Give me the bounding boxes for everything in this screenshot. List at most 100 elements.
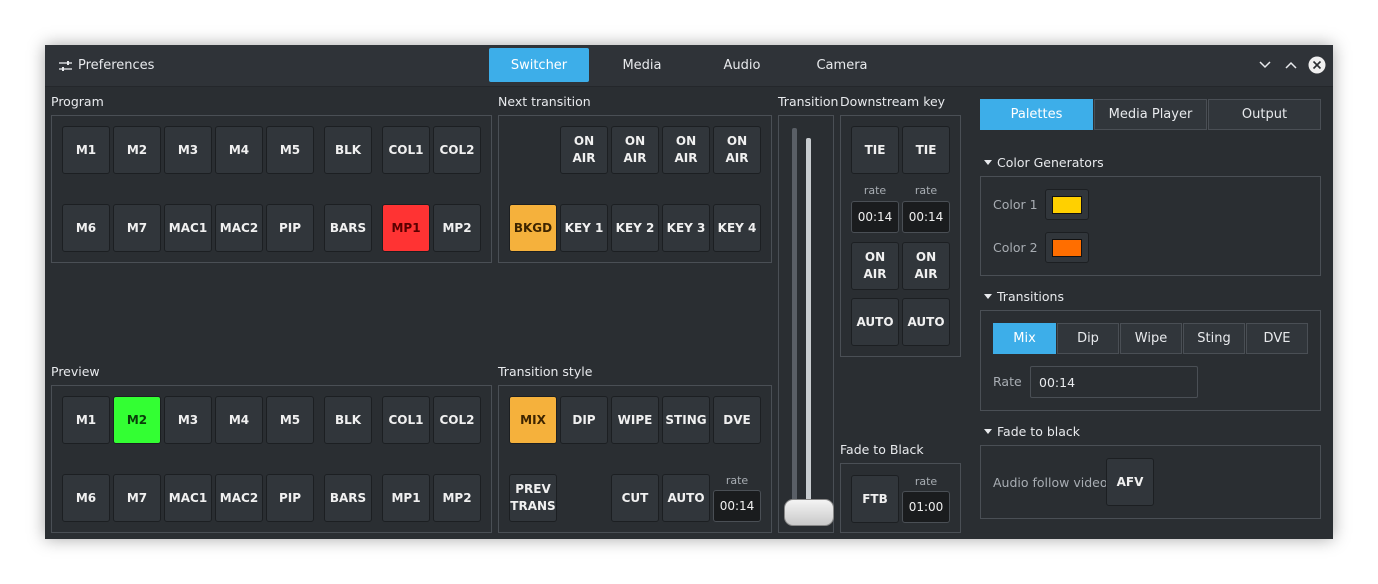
audio-follow-video-label: Audio follow video [993, 475, 1108, 490]
key2-button[interactable]: KEY 2 [611, 204, 659, 252]
color-generators-header[interactable]: Color Generators [984, 155, 1104, 170]
transition-mix-tab[interactable]: Mix [993, 323, 1056, 354]
fade-to-black-panel: FTB rate 01:00 [840, 463, 961, 533]
program-m4-button[interactable]: M4 [215, 126, 263, 174]
dsk2-tie-button[interactable]: TIE [902, 126, 950, 174]
preview-pip-button[interactable]: PIP [266, 474, 314, 522]
program-mac2-button[interactable]: MAC2 [215, 204, 263, 252]
key2-onair-button[interactable]: ON AIR [611, 126, 659, 174]
transition-rate-field[interactable]: 00:14 [713, 490, 761, 522]
afv-button[interactable]: AFV [1106, 458, 1154, 506]
program-col2-button[interactable]: COL2 [433, 126, 481, 174]
key1-onair-button[interactable]: ON AIR [560, 126, 608, 174]
key4-button[interactable]: KEY 4 [713, 204, 761, 252]
style-sting-button[interactable]: STING [662, 396, 710, 444]
key4-onair-button[interactable]: ON AIR [713, 126, 761, 174]
program-bars-button[interactable]: BARS [324, 204, 372, 252]
preview-m6-button[interactable]: M6 [62, 474, 110, 522]
maximize-chevron-up-icon[interactable] [1283, 57, 1299, 73]
preview-mp1-button[interactable]: MP1 [382, 474, 430, 522]
key3-button[interactable]: KEY 3 [662, 204, 710, 252]
title-bar: Preferences Switcher Media Audio Camera [45, 45, 1333, 87]
preview-m7-button[interactable]: M7 [113, 474, 161, 522]
program-blk-button[interactable]: BLK [324, 126, 372, 174]
preview-mac1-button[interactable]: MAC1 [164, 474, 212, 522]
preview-bus: M1 M2 M3 M4 M5 BLK COL1 COL2 M6 M7 MAC1 … [51, 385, 492, 533]
tab-output[interactable]: Output [1208, 99, 1321, 130]
preview-col1-button[interactable]: COL1 [382, 396, 430, 444]
transition-bar-panel [778, 115, 834, 533]
style-wipe-button[interactable]: WIPE [611, 396, 659, 444]
dsk1-onair-button[interactable]: ON AIR [851, 242, 899, 290]
dsk2-auto-button[interactable]: AUTO [902, 298, 950, 346]
ftb-button[interactable]: FTB [851, 475, 899, 523]
color2-label: Color 2 [993, 240, 1038, 255]
dsk2-rate-field[interactable]: 00:14 [902, 201, 950, 233]
prev-trans-button[interactable]: PREV TRANS [509, 474, 557, 522]
transitions-header[interactable]: Transitions [984, 289, 1064, 304]
collapse-triangle-icon [984, 294, 992, 299]
preview-m3-button[interactable]: M3 [164, 396, 212, 444]
transition-rate-input[interactable]: 00:14 [1030, 366, 1198, 398]
program-mp2-button[interactable]: MP2 [433, 204, 481, 252]
style-dve-button[interactable]: DVE [713, 396, 761, 444]
preview-m4-button[interactable]: M4 [215, 396, 263, 444]
fade-panel: Audio follow video AFV [980, 445, 1321, 519]
minimize-chevron-down-icon[interactable] [1257, 57, 1273, 73]
style-dip-button[interactable]: DIP [560, 396, 608, 444]
transition-dip-tab[interactable]: Dip [1057, 323, 1119, 354]
downstream-key-title: Downstream key [840, 94, 946, 109]
preview-mac2-button[interactable]: MAC2 [215, 474, 263, 522]
preview-mp2-button[interactable]: MP2 [433, 474, 481, 522]
preferences-label: Preferences [78, 58, 155, 73]
tab-camera[interactable]: Camera [792, 48, 892, 82]
program-m1-button[interactable]: M1 [62, 126, 110, 174]
dsk1-rate-field[interactable]: 00:14 [851, 201, 899, 233]
program-mac1-button[interactable]: MAC1 [164, 204, 212, 252]
transition-dve-tab[interactable]: DVE [1246, 323, 1308, 354]
cut-button[interactable]: CUT [611, 474, 659, 522]
preview-m5-button[interactable]: M5 [266, 396, 314, 444]
preview-col2-button[interactable]: COL2 [433, 396, 481, 444]
tab-media-player[interactable]: Media Player [1094, 99, 1207, 130]
style-mix-button[interactable]: MIX [509, 396, 557, 444]
color1-swatch-button[interactable] [1045, 189, 1089, 220]
bkgd-button[interactable]: BKGD [509, 204, 557, 252]
key3-onair-button[interactable]: ON AIR [662, 126, 710, 174]
program-mp1-button[interactable]: MP1 [382, 204, 430, 252]
collapse-triangle-icon [984, 429, 992, 434]
preview-m2-button[interactable]: M2 [113, 396, 161, 444]
program-m3-button[interactable]: M3 [164, 126, 212, 174]
transition-bar-handle[interactable] [784, 499, 834, 526]
transition-wipe-tab[interactable]: Wipe [1120, 323, 1182, 354]
next-transition-panel: ON AIR ON AIR ON AIR ON AIR BKGD KEY 1 K… [498, 115, 772, 263]
program-m6-button[interactable]: M6 [62, 204, 110, 252]
tab-palettes[interactable]: Palettes [980, 99, 1093, 130]
tab-switcher[interactable]: Switcher [489, 48, 589, 82]
dsk2-onair-button[interactable]: ON AIR [902, 242, 950, 290]
program-m2-button[interactable]: M2 [113, 126, 161, 174]
tab-media[interactable]: Media [592, 48, 692, 82]
program-col1-button[interactable]: COL1 [382, 126, 430, 174]
preview-m1-button[interactable]: M1 [62, 396, 110, 444]
fade-panel-title: Fade to black [997, 424, 1081, 439]
preview-bars-button[interactable]: BARS [324, 474, 372, 522]
preview-blk-button[interactable]: BLK [324, 396, 372, 444]
dsk2-rate-label: rate [914, 184, 938, 197]
tab-audio[interactable]: Audio [692, 48, 792, 82]
close-icon[interactable] [1308, 56, 1326, 74]
program-bus: M1 M2 M3 M4 M5 BLK COL1 COL2 M6 M7 MAC1 … [51, 115, 492, 263]
program-m5-button[interactable]: M5 [266, 126, 314, 174]
preferences-button[interactable]: Preferences [59, 57, 154, 74]
key1-button[interactable]: KEY 1 [560, 204, 608, 252]
color2-swatch-button[interactable] [1045, 232, 1089, 263]
program-m7-button[interactable]: M7 [113, 204, 161, 252]
dsk1-auto-button[interactable]: AUTO [851, 298, 899, 346]
transition-sting-tab[interactable]: Sting [1183, 323, 1245, 354]
dsk1-tie-button[interactable]: TIE [851, 126, 899, 174]
next-transition-title: Next transition [498, 94, 591, 109]
auto-button[interactable]: AUTO [662, 474, 710, 522]
fade-panel-header[interactable]: Fade to black [984, 424, 1080, 439]
ftb-rate-field[interactable]: 01:00 [902, 491, 950, 523]
program-pip-button[interactable]: PIP [266, 204, 314, 252]
